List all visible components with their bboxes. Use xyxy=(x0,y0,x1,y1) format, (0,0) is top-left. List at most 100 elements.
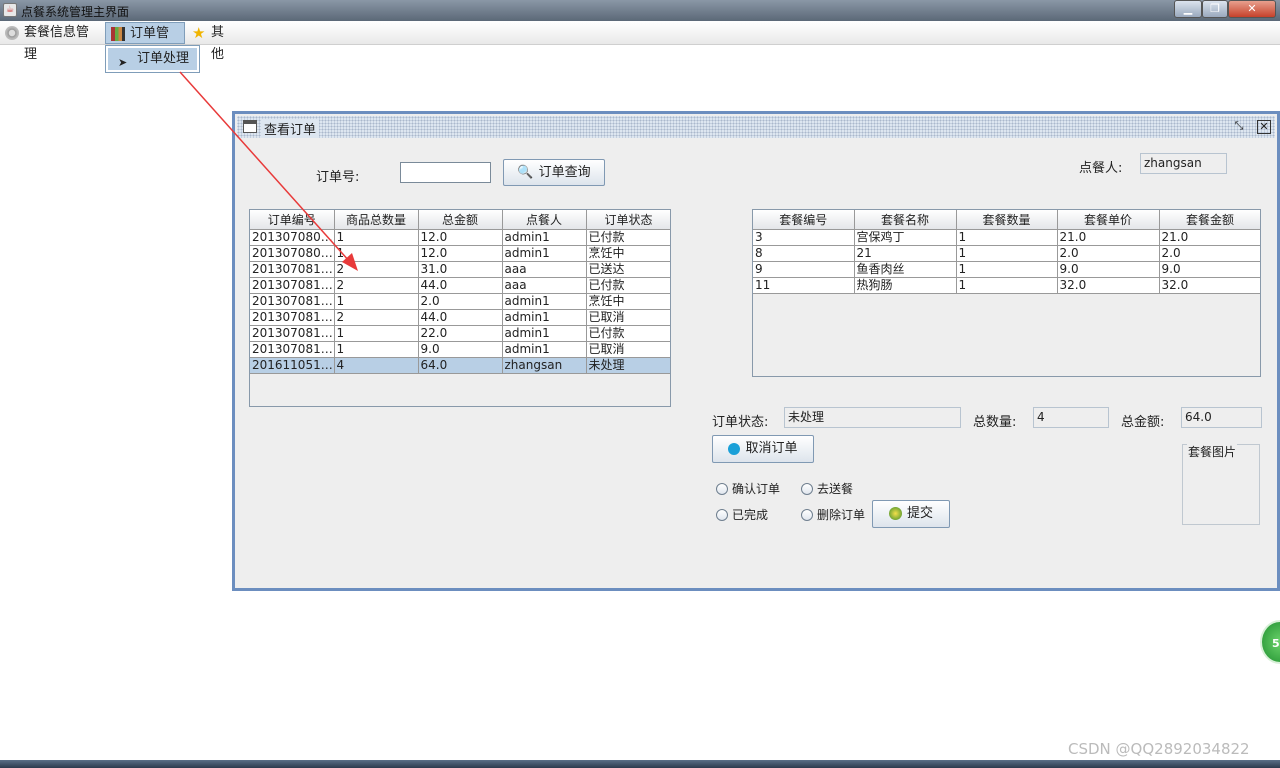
table-cell: 1 xyxy=(334,293,419,310)
radio-delete-order[interactable]: 删除订单 xyxy=(799,507,865,523)
table-row[interactable]: 2013070811... 2 31.0 aaa 已送达 xyxy=(250,261,670,278)
table-row[interactable]: 2013070800... 1 12.0 admin1 已付款 xyxy=(250,229,670,246)
items_table-header[interactable]: 套餐单价 xyxy=(1057,210,1160,230)
table-row[interactable]: 2013070812... 1 9.0 admin1 已取消 xyxy=(250,341,670,358)
cancel-order-button[interactable]: 取消订单 xyxy=(712,435,814,463)
table-cell: 2013070811... xyxy=(250,261,335,278)
table-cell: 31.0 xyxy=(418,261,503,278)
table-cell: 2013070811... xyxy=(250,325,335,342)
maximize-button[interactable]: ❐ xyxy=(1202,0,1228,18)
minimize-button[interactable]: ▁ xyxy=(1174,0,1202,18)
orders_table-header[interactable]: 点餐人 xyxy=(502,210,587,230)
star-icon: ★ xyxy=(192,24,206,42)
items_table-header[interactable]: 套餐金额 xyxy=(1159,210,1260,230)
table-cell: 3 xyxy=(753,229,855,246)
radio-deliver[interactable]: 去送餐 xyxy=(799,481,853,497)
order-no-input[interactable] xyxy=(400,162,491,183)
items_table-header[interactable]: 套餐编号 xyxy=(753,210,855,230)
table-cell: 2013070811... xyxy=(250,277,335,294)
table-cell: 宫保鸡丁 xyxy=(854,229,957,246)
table-cell: 2013070811... xyxy=(250,293,335,310)
table-cell: 2.0 xyxy=(1159,245,1260,262)
total-qty-field[interactable]: 4 xyxy=(1033,407,1109,428)
total-amount-label: 总金额: xyxy=(1121,415,1165,430)
radio-label: 去送餐 xyxy=(817,482,854,496)
table-cell: 1 xyxy=(956,245,1058,262)
orders_table-header[interactable]: 订单编号 xyxy=(250,210,335,230)
orders-table[interactable]: 订单编号 商品总数量 总金额 点餐人 订单状态 2013070800... 1 12.0 ad… xyxy=(249,209,671,407)
orderer-field[interactable]: zhangsan xyxy=(1140,153,1227,174)
order-no-label: 订单号: xyxy=(316,170,360,185)
gear-icon xyxy=(5,26,19,40)
table-cell: 2 xyxy=(334,277,419,294)
floating-badge[interactable]: 54 xyxy=(1260,620,1280,664)
radio-confirm-order[interactable]: 确认订单 xyxy=(714,481,780,497)
button-label: 提交 xyxy=(906,506,933,521)
order-query-button[interactable]: 🔍 订单查询 xyxy=(503,159,605,186)
table-cell: 已付款 xyxy=(586,325,670,342)
table-cell: 2 xyxy=(334,309,419,326)
table-row[interactable]: 2013070811... 2 44.0 admin1 已取消 xyxy=(250,309,670,326)
table-cell: 44.0 xyxy=(418,277,503,294)
items_table-header[interactable]: 套餐名称 xyxy=(854,210,957,230)
menu-item-order-processing[interactable]: ➤ 订单处理 xyxy=(108,48,197,70)
submit-button[interactable]: 提交 xyxy=(872,500,950,528)
window-titlebar: ☕ 点餐系统管理主界面 ▁ ❐ ✕ xyxy=(0,0,1280,21)
status-field[interactable]: 未处理 xyxy=(784,407,961,428)
table-cell: 1 xyxy=(334,245,419,262)
table-cell: aaa xyxy=(502,261,587,278)
window-title: 点餐系统管理主界面 xyxy=(21,5,130,19)
table-row[interactable]: 8 21 1 2.0 2.0 xyxy=(753,245,1260,262)
menu-meal-info[interactable]: 套餐信息管理 xyxy=(0,22,104,62)
menu-order-management[interactable]: 订单管理 xyxy=(105,22,185,63)
radio-label: 已完成 xyxy=(732,508,769,522)
table-row[interactable]: 9 鱼香肉丝 1 9.0 9.0 xyxy=(753,261,1260,278)
total-qty-label: 总数量: xyxy=(973,415,1017,430)
orders_table-header[interactable]: 订单状态 xyxy=(586,210,670,230)
table-row[interactable]: 2013070811... 1 2.0 admin1 烹饪中 xyxy=(250,293,670,310)
view-orders-frame: 查看订单 ⤡ ✕ 订单号: 🔍 订单查询 点餐人: zhangsan 订单编号 商品… xyxy=(232,111,1280,591)
table-cell: 12.0 xyxy=(418,229,503,246)
meal-image-box: 套餐图片 xyxy=(1182,443,1260,525)
table-cell: 2016110517... xyxy=(250,357,335,374)
menu-other[interactable]: ★ 其他 xyxy=(187,22,239,62)
status-label: 订单状态: xyxy=(712,415,769,430)
orders_table-header[interactable]: 总金额 xyxy=(418,210,503,230)
table-cell: 9.0 xyxy=(418,341,503,358)
items_table-header[interactable]: 套餐数量 xyxy=(956,210,1058,230)
table-cell: admin1 xyxy=(502,229,587,246)
frame-window-icon xyxy=(243,120,257,133)
menu-label: 套餐信息管理 xyxy=(24,25,90,62)
table-cell: admin1 xyxy=(502,341,587,358)
order-items-table[interactable]: 套餐编号 套餐名称 套餐数量 套餐单价 套餐金额 3 宫保鸡丁 1 21.0 21.0 8 21 1 2… xyxy=(752,209,1261,377)
table-cell: admin1 xyxy=(502,293,587,310)
radio-completed[interactable]: 已完成 xyxy=(714,507,768,523)
close-icon[interactable]: ✕ xyxy=(1257,120,1271,134)
table-cell: 1 xyxy=(956,261,1058,278)
orders_table-header[interactable]: 商品总数量 xyxy=(334,210,419,230)
table-cell: 已取消 xyxy=(586,341,670,358)
table-cell: 21.0 xyxy=(1159,229,1260,246)
table-row[interactable]: 11 热狗肠 1 32.0 32.0 xyxy=(753,277,1260,294)
table-cell: admin1 xyxy=(502,309,587,326)
table-cell: 32.0 xyxy=(1159,277,1260,294)
table-row[interactable]: 2013070802... 1 12.0 admin1 烹饪中 xyxy=(250,245,670,262)
cancel-icon xyxy=(728,442,741,455)
total-amount-field[interactable]: 64.0 xyxy=(1181,407,1262,428)
table-row[interactable]: 3 宫保鸡丁 1 21.0 21.0 xyxy=(753,229,1260,246)
java-app-icon: ☕ xyxy=(3,3,17,17)
table-cell: 4 xyxy=(334,357,419,374)
table-cell: 1 xyxy=(334,341,419,358)
button-label: 取消订单 xyxy=(745,441,798,456)
close-window-button[interactable]: ✕ xyxy=(1228,0,1276,18)
radio-label: 确认订单 xyxy=(732,482,781,496)
table-row[interactable]: 2013070811... 1 22.0 admin1 已付款 xyxy=(250,325,670,342)
search-icon: 🔍 xyxy=(517,165,534,180)
table-row[interactable]: 2013070811... 2 44.0 aaa 已付款 xyxy=(250,277,670,294)
table-cell: 2013070812... xyxy=(250,341,335,358)
table-cell: admin1 xyxy=(502,245,587,262)
radio-circle xyxy=(716,483,728,495)
table-row[interactable]: 2016110517... 4 64.0 zhangsan 未处理 xyxy=(250,357,670,374)
frame-titlebar[interactable]: 查看订单 ⤡ ✕ xyxy=(237,116,1275,138)
restore-icon[interactable]: ⤡ xyxy=(1232,120,1246,134)
